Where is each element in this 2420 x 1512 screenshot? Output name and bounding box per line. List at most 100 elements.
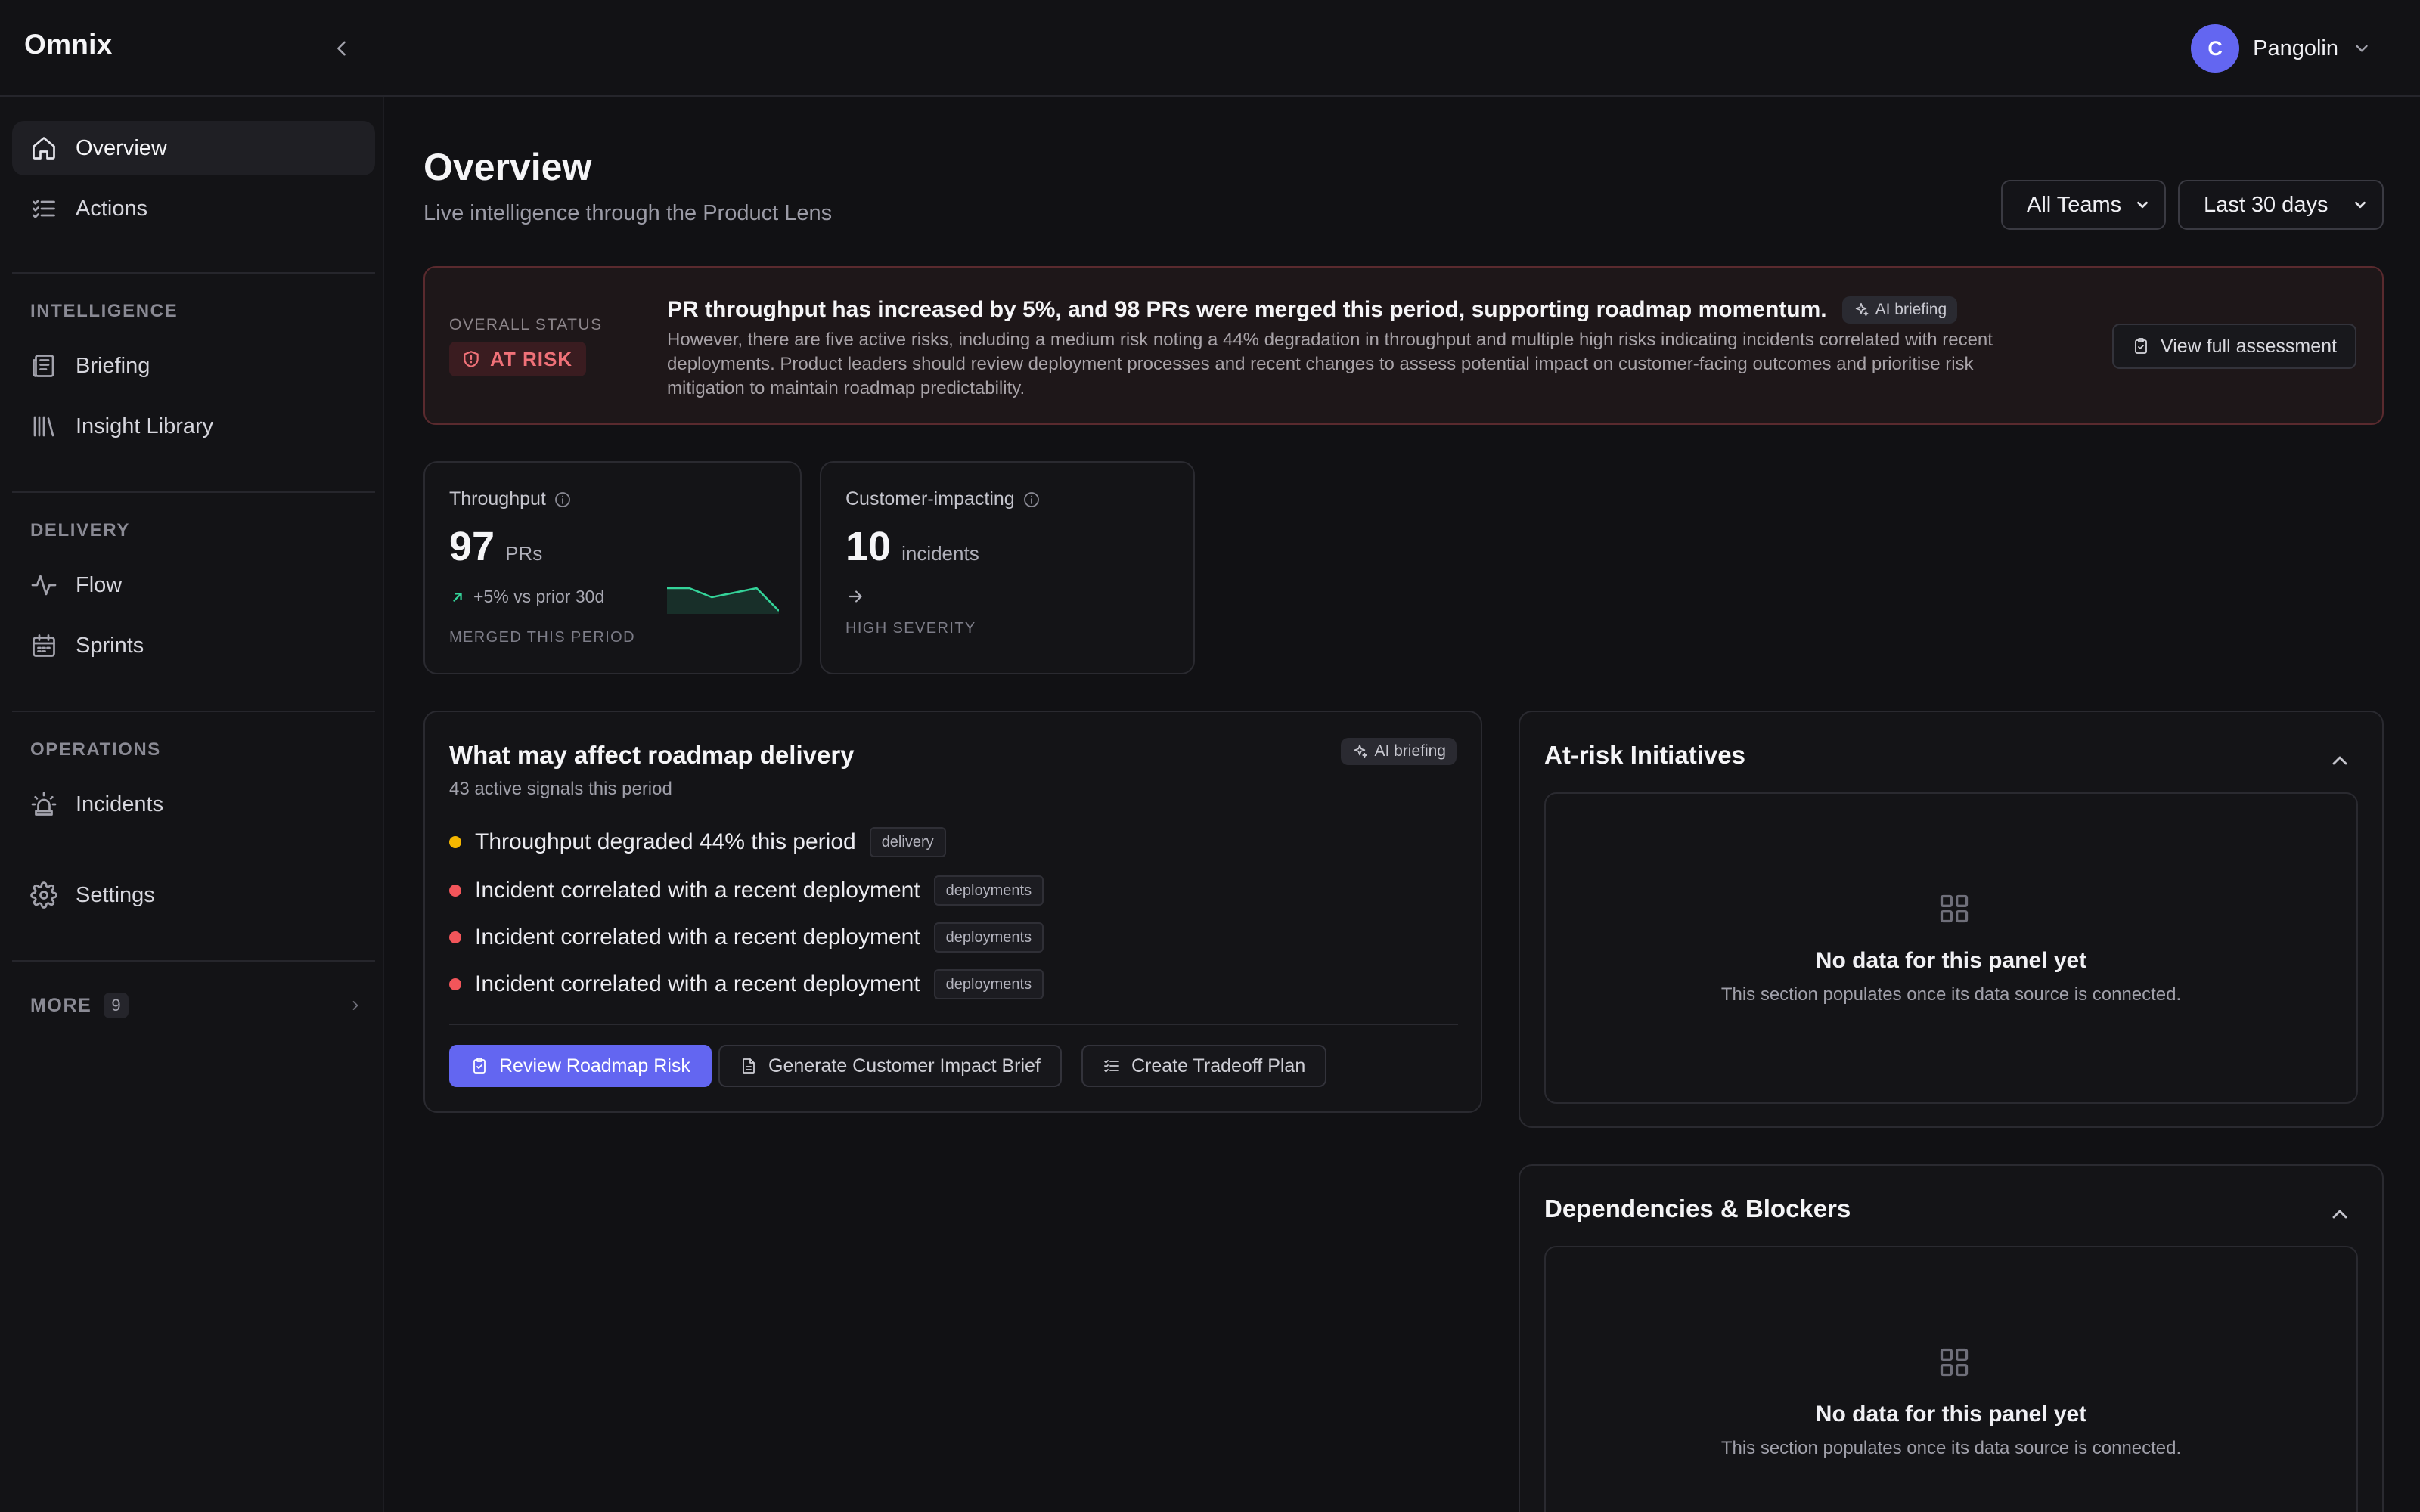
- sidebar-divider: [12, 711, 375, 712]
- signal-item[interactable]: Incident correlated with a recent deploy…: [449, 874, 1044, 907]
- dependencies-blockers-panel: Dependencies & Blockers No data for this…: [1519, 1164, 2384, 1512]
- grid-icon: [1940, 894, 1969, 923]
- incidents-card[interactable]: Customer-impacting 10 incidents HIGH SEV…: [820, 461, 1195, 674]
- signal-tag: deployments: [933, 875, 1044, 906]
- status-label: OVERALL STATUS: [449, 316, 603, 333]
- sparkles-icon: [1855, 302, 1869, 317]
- severity-dot: [449, 931, 461, 943]
- home-icon: [33, 137, 55, 160]
- signal-item[interactable]: Incident correlated with a recent deploy…: [449, 968, 1044, 1001]
- status-badge: AT RISK: [449, 342, 587, 376]
- signal-item[interactable]: Incident correlated with a recent deploy…: [449, 921, 1044, 954]
- throughput-value: 97: [449, 524, 495, 569]
- incidents-unit: incidents: [901, 542, 979, 565]
- user-menu[interactable]: C Pangolin: [2191, 24, 2372, 73]
- empty-state: No data for this panel yet This section …: [1544, 1246, 2358, 1512]
- checklist-icon: [33, 200, 55, 218]
- sidebar-divider: [12, 272, 375, 274]
- panel-title: What may affect roadmap delivery: [449, 741, 855, 769]
- section-label-delivery: DELIVERY: [30, 520, 130, 541]
- signal-text: Incident correlated with a recent deploy…: [475, 971, 920, 996]
- arrow-right-icon: [849, 590, 862, 603]
- chevron-up-icon[interactable]: [2328, 1202, 2352, 1226]
- signal-text: Throughput degraded 44% this period: [475, 829, 856, 854]
- sidebar-item-sprints[interactable]: Sprints: [12, 618, 375, 673]
- button-label: Create Tradeoff Plan: [1131, 1055, 1306, 1077]
- review-roadmap-risk-button[interactable]: Review Roadmap Risk: [449, 1045, 712, 1087]
- sidebar: Overview Actions INTELLIGENCE Briefing I…: [0, 97, 384, 1512]
- newspaper-icon: [33, 355, 54, 377]
- signal-text: Incident correlated with a recent deploy…: [475, 925, 920, 950]
- generate-impact-brief-button[interactable]: Generate Customer Impact Brief: [718, 1045, 1062, 1087]
- sidebar-item-label: Overview: [76, 135, 167, 160]
- empty-state: No data for this panel yet This section …: [1544, 792, 2358, 1104]
- view-full-assessment-button[interactable]: View full assessment: [2112, 324, 2356, 369]
- view-full-assessment-label: View full assessment: [2161, 335, 2337, 357]
- sidebar-item-settings[interactable]: Settings: [12, 868, 375, 922]
- shield-alert-icon: [464, 351, 479, 367]
- activity-icon: [31, 575, 57, 596]
- sidebar-item-label: Briefing: [76, 353, 150, 378]
- collapse-sidebar-button[interactable]: [327, 33, 357, 64]
- severity-dot: [449, 885, 461, 897]
- at-risk-initiatives-panel: At-risk Initiatives No data for this pan…: [1519, 711, 2384, 1128]
- severity-dot: [449, 836, 461, 848]
- metric-value: 97 PRs: [449, 523, 542, 570]
- chevron-down-icon: [2356, 45, 2368, 52]
- incidents-delta: [845, 587, 865, 606]
- sidebar-item-flow[interactable]: Flow: [12, 558, 375, 612]
- sidebar-item-label: Actions: [76, 196, 148, 221]
- sparkline-area: [667, 588, 779, 614]
- info-icon[interactable]: [1022, 491, 1041, 509]
- create-tradeoff-plan-button[interactable]: Create Tradeoff Plan: [1081, 1045, 1327, 1087]
- more-count-badge: 9: [104, 993, 129, 1018]
- metric-label: Throughput: [449, 488, 572, 510]
- clipboard-check-icon: [2135, 338, 2147, 354]
- sidebar-item-label: Incidents: [76, 792, 164, 816]
- panel-title: At-risk Initiatives: [1544, 741, 1745, 769]
- signal-tag: delivery: [869, 827, 946, 857]
- chevron-down-icon: [2355, 201, 2366, 209]
- ai-briefing-badge: AI briefing: [1841, 296, 1958, 324]
- chevron-left-icon: [337, 41, 346, 56]
- signal-tag: deployments: [933, 969, 1044, 999]
- clipboard-check-icon: [473, 1058, 486, 1074]
- info-icon[interactable]: [554, 491, 572, 509]
- date-range-select[interactable]: Last 30 days: [2178, 180, 2384, 230]
- chevron-down-icon: [2137, 201, 2148, 209]
- chevron-up-icon[interactable]: [2328, 748, 2352, 773]
- page-subtitle: Live intelligence through the Product Le…: [424, 201, 833, 225]
- sidebar-item-label: Settings: [76, 882, 155, 907]
- status-badge-label: AT RISK: [490, 347, 573, 370]
- throughput-sparkline: [667, 587, 779, 614]
- ai-briefing-badge: AI briefing: [1341, 738, 1457, 765]
- team-filter-select[interactable]: All Teams: [2001, 180, 2166, 230]
- sidebar-item-overview[interactable]: Overview: [12, 121, 375, 175]
- siren-icon: [31, 792, 57, 816]
- empty-state-text: This section populates once its data sou…: [1720, 984, 2182, 1005]
- signal-item[interactable]: Throughput degraded 44% this period deli…: [449, 826, 946, 859]
- metric-label: Customer-impacting: [845, 488, 1041, 510]
- throughput-delta-text: +5% vs prior 30d: [473, 587, 605, 606]
- button-label: Generate Customer Impact Brief: [768, 1055, 1041, 1077]
- panel-title: Dependencies & Blockers: [1544, 1194, 1851, 1222]
- status-summary: However, there are five active risks, in…: [667, 330, 1993, 398]
- sidebar-divider: [12, 960, 375, 962]
- sidebar-item-label: Insight Library: [76, 414, 214, 438]
- ai-briefing-label: AI briefing: [1374, 742, 1446, 760]
- user-name: Pangolin: [2253, 36, 2338, 60]
- sidebar-item-briefing[interactable]: Briefing: [12, 339, 375, 393]
- sidebar-item-label: Flow: [76, 572, 123, 597]
- sidebar-item-actions[interactable]: Actions: [12, 181, 375, 236]
- top-bar: Omnix C Pangolin: [0, 0, 2420, 97]
- brand-logo[interactable]: Omnix: [24, 29, 113, 60]
- sidebar-divider: [12, 491, 375, 493]
- incidents-label: Customer-impacting: [845, 488, 1015, 510]
- sidebar-item-insight-library[interactable]: Insight Library: [12, 399, 375, 454]
- sidebar-item-incidents[interactable]: Incidents: [12, 777, 375, 832]
- sidebar-more-toggle[interactable]: MORE 9: [30, 987, 363, 1024]
- throughput-card[interactable]: Throughput 97 PRs +5% vs prior 30d MERGE…: [424, 461, 802, 674]
- section-label-intelligence: INTELLIGENCE: [30, 301, 178, 321]
- library-icon: [33, 416, 54, 437]
- date-range-value: Last 30 days: [2204, 192, 2328, 217]
